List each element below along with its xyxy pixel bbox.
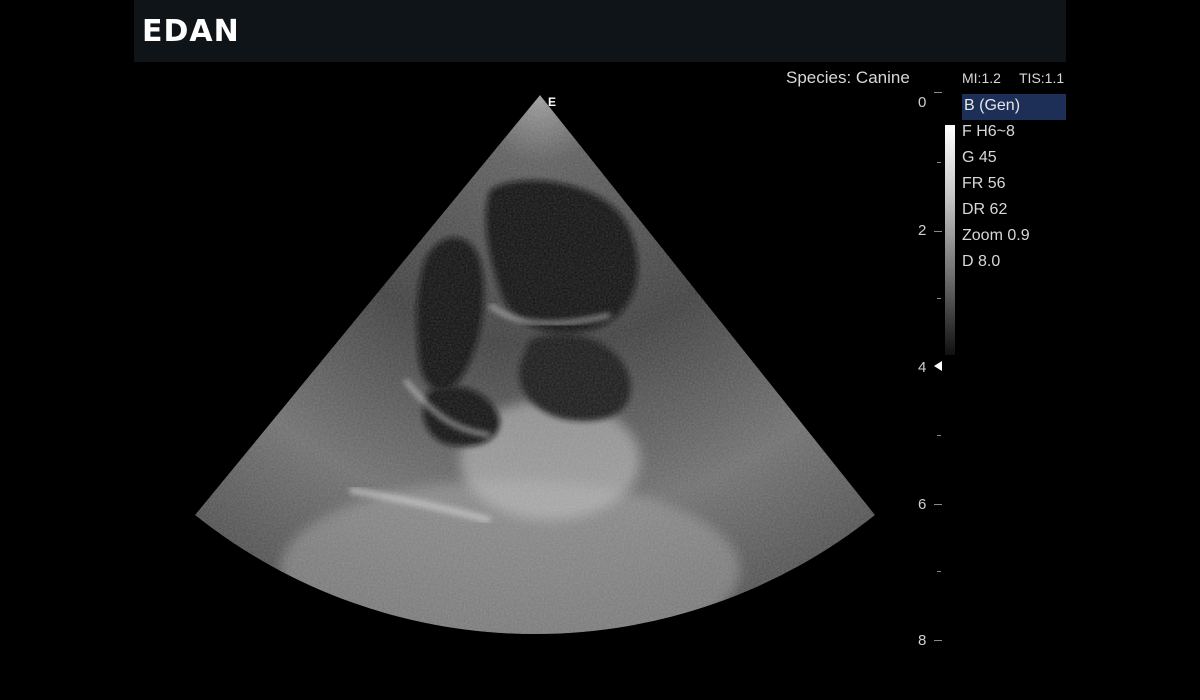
frame-rate-param: FR 56 [962,175,1006,192]
depth-tick [937,162,941,163]
depth-param: D 8.0 [962,253,1001,270]
depth-tick [937,435,941,436]
depth-tick [934,640,942,641]
depth-tick [937,571,941,572]
sector-svg [195,95,875,635]
dynamic-range-param: DR 62 [962,201,1008,218]
species-label: Species: Canine [786,68,910,87]
ultrasound-screen: EDAN Species: Canine MI:1.2 TIS:1.1 E 0 … [0,0,1200,700]
depth-label: 2 [918,222,927,239]
imaging-parameters-panel: B (Gen) F H6~8 G 45 FR 56 DR 62 Zoom 0.9… [962,94,1066,276]
depth-tick [934,231,942,232]
mechanical-index: MI:1.2 [962,70,1001,86]
depth-tick [934,92,942,93]
imaging-mode[interactable]: B (Gen) [962,94,1066,120]
depth-tick [934,504,942,505]
depth-ruler: 0 2 4 6 8 [900,90,960,660]
frequency-param: F H6~8 [962,123,1015,140]
depth-label: 6 [918,496,927,513]
depth-tick [937,298,941,299]
depth-label: 0 [918,94,927,111]
thermal-index: TIS:1.1 [1019,70,1065,86]
brand-logo: EDAN [142,14,240,49]
ultrasound-image[interactable] [190,90,880,650]
gain-param: G 45 [962,149,997,166]
top-bar: EDAN [134,0,1066,62]
depth-label: 8 [918,632,927,649]
orientation-marker: E [548,95,557,109]
focus-marker-icon[interactable] [934,361,942,371]
depth-label: 4 [918,359,927,376]
zoom-param: Zoom 0.9 [962,227,1030,244]
